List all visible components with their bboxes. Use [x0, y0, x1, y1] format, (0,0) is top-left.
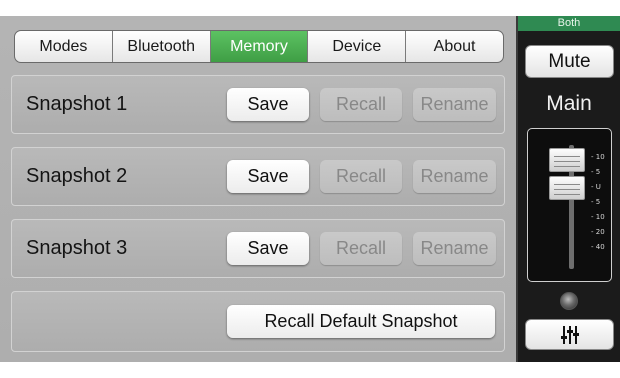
scale-tick: - 5	[591, 198, 601, 206]
scale-tick: - 5	[591, 168, 601, 176]
default-snapshot-row: Recall Default Snapshot	[11, 291, 505, 352]
scale-tick: - 10	[591, 153, 605, 161]
snapshot-row-1: Snapshot 1 Save Recall Rename	[11, 75, 505, 134]
save-button[interactable]: Save	[227, 232, 309, 265]
snapshot-label: Snapshot 2	[26, 165, 128, 187]
scale-tick: - U	[591, 183, 601, 191]
snapshot-label: Snapshot 1	[26, 93, 128, 115]
rename-button[interactable]: Rename	[413, 232, 496, 265]
save-button[interactable]: Save	[227, 160, 309, 193]
tab-device[interactable]: Device	[308, 31, 407, 62]
eq-settings-button[interactable]	[525, 319, 614, 350]
snapshot-row-3: Snapshot 3 Save Recall Rename	[11, 219, 505, 278]
recall-button[interactable]: Recall	[320, 232, 402, 265]
tab-bar: Modes Bluetooth Memory Device About	[14, 30, 504, 63]
fader-handle[interactable]	[549, 176, 585, 200]
snapshot-row-2: Snapshot 2 Save Recall Rename	[11, 147, 505, 206]
main-channel-strip: Both Mute Main - 10 - 5 - U - 5 - 10 - 2…	[516, 16, 620, 362]
tab-bluetooth[interactable]: Bluetooth	[113, 31, 211, 62]
fader-handle-upper[interactable]	[549, 148, 585, 172]
memory-settings-panel: Modes Bluetooth Memory Device About Snap…	[0, 16, 516, 362]
recall-default-snapshot-button[interactable]: Recall Default Snapshot	[227, 305, 495, 338]
scale-tick: - 10	[591, 213, 605, 221]
tab-modes[interactable]: Modes	[15, 31, 113, 62]
scale-tick: - 40	[591, 243, 605, 251]
tab-memory[interactable]: Memory	[210, 31, 309, 62]
signal-led-icon	[560, 292, 578, 310]
tab-about[interactable]: About	[406, 31, 503, 62]
recall-button[interactable]: Recall	[320, 88, 402, 121]
save-button[interactable]: Save	[227, 88, 309, 121]
scale-tick: - 20	[591, 228, 605, 236]
eq-sliders-icon	[560, 325, 579, 344]
rename-button[interactable]: Rename	[413, 88, 496, 121]
mute-button[interactable]: Mute	[525, 45, 614, 78]
snapshot-label: Snapshot 3	[26, 237, 128, 259]
recall-button[interactable]: Recall	[320, 160, 402, 193]
rename-button[interactable]: Rename	[413, 160, 496, 193]
fader-panel: - 10 - 5 - U - 5 - 10 - 20 - 40	[527, 128, 612, 282]
channel-name: Main	[546, 92, 592, 115]
output-mode-badge: Both	[518, 16, 620, 31]
